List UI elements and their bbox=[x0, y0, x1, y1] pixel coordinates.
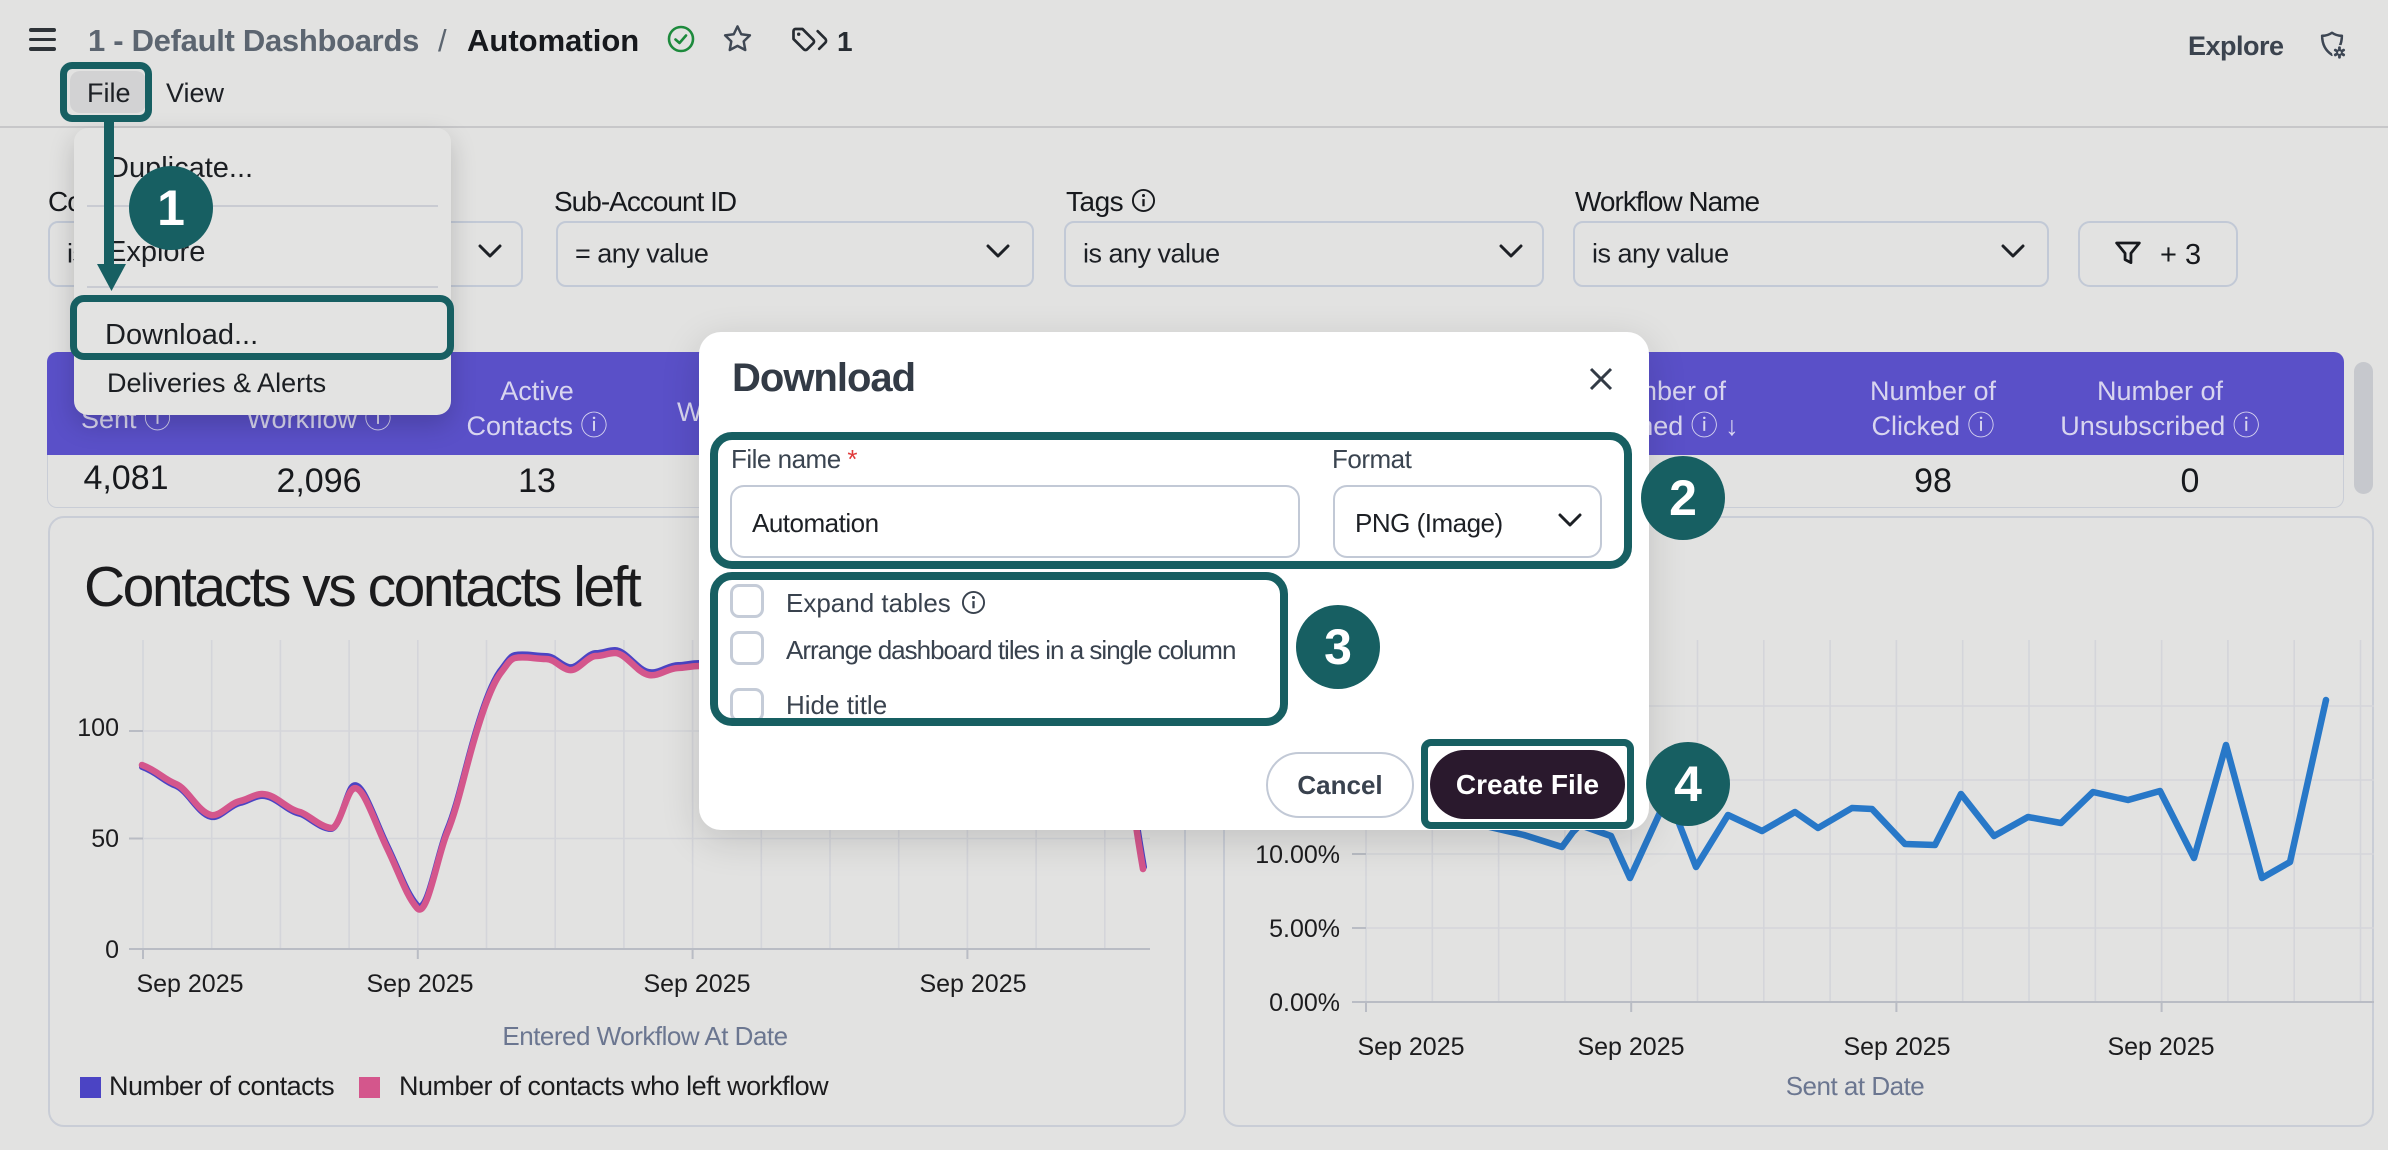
svg-text:Sep 2025: Sep 2025 bbox=[1357, 1033, 1464, 1061]
svg-text:Sent at Date: Sent at Date bbox=[1786, 1071, 1925, 1101]
svg-text:0: 0 bbox=[105, 936, 119, 964]
svg-text:50: 50 bbox=[91, 825, 119, 853]
svg-text:Sep 2025: Sep 2025 bbox=[136, 970, 243, 998]
svg-text:Sep 2025: Sep 2025 bbox=[2107, 1033, 2214, 1061]
svg-text:Sep 2025: Sep 2025 bbox=[1843, 1033, 1950, 1061]
svg-text:Entered Workflow At Date: Entered Workflow At Date bbox=[502, 1021, 787, 1051]
svg-text:Sep 2025: Sep 2025 bbox=[643, 970, 750, 998]
svg-text:Sep 2025: Sep 2025 bbox=[919, 970, 1026, 998]
svg-text:5.00%: 5.00% bbox=[1269, 915, 1340, 943]
svg-text:10.00%: 10.00% bbox=[1255, 841, 1340, 869]
svg-text:Sep 2025: Sep 2025 bbox=[366, 970, 473, 998]
svg-text:Number of contacts who left wo: Number of contacts who left workflow bbox=[399, 1071, 829, 1101]
svg-text:Number of contacts: Number of contacts bbox=[109, 1071, 334, 1101]
svg-text:0.00%: 0.00% bbox=[1269, 989, 1340, 1017]
svg-text:Contacts vs contacts left: Contacts vs contacts left bbox=[84, 555, 642, 619]
svg-text:100: 100 bbox=[77, 714, 119, 742]
svg-text:Sep 2025: Sep 2025 bbox=[1577, 1033, 1684, 1061]
